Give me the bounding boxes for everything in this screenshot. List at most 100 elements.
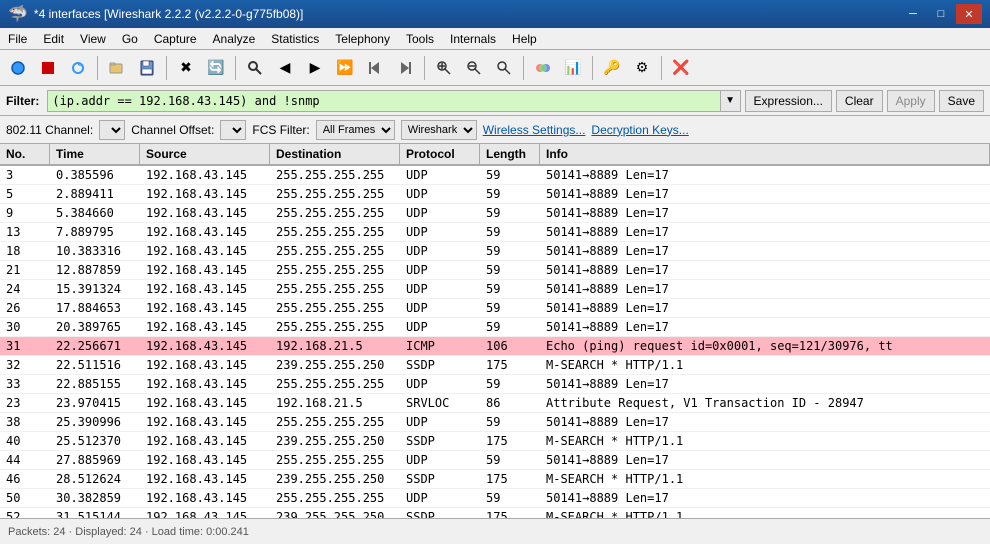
- col-destination[interactable]: Destination: [270, 144, 400, 164]
- fcs-label: FCS Filter:: [252, 123, 309, 137]
- sep1: [97, 56, 98, 80]
- graph-btn[interactable]: 📊: [559, 54, 587, 82]
- filter-dropdown-arrow[interactable]: ▼: [721, 90, 741, 112]
- channel-label: 802.11 Channel:: [6, 123, 93, 137]
- filter-input[interactable]: [47, 90, 720, 112]
- start-capture-btn[interactable]: [4, 54, 32, 82]
- table-row[interactable]: 1810.383316192.168.43.145255.255.255.255…: [0, 242, 990, 261]
- sep4: [424, 56, 425, 80]
- close-button[interactable]: ✕: [956, 4, 982, 24]
- reload-btn[interactable]: 🔄: [202, 54, 230, 82]
- menu-capture[interactable]: Capture: [146, 28, 205, 49]
- col-info[interactable]: Info: [540, 144, 990, 164]
- table-row[interactable]: 2415.391324192.168.43.145255.255.255.255…: [0, 280, 990, 299]
- packet-list: No. Time Source Destination Protocol Len…: [0, 144, 990, 518]
- wireshark-select[interactable]: Wireshark: [401, 120, 477, 140]
- minimize-button[interactable]: ─: [900, 4, 926, 24]
- sep2: [166, 56, 167, 80]
- statusbar: Packets: 24 · Displayed: 24 · Load time:…: [0, 518, 990, 544]
- menu-view[interactable]: View: [72, 28, 114, 49]
- zoom-out-btn[interactable]: [460, 54, 488, 82]
- menubar: File Edit View Go Capture Analyze Statis…: [0, 28, 990, 50]
- titlebar: 🦈 *4 interfaces [Wireshark 2.2.2 (v2.2.2…: [0, 0, 990, 28]
- find-btn[interactable]: [241, 54, 269, 82]
- col-source[interactable]: Source: [140, 144, 270, 164]
- open-btn[interactable]: [103, 54, 131, 82]
- menu-file[interactable]: File: [0, 28, 35, 49]
- go-back-btn[interactable]: ◀: [271, 54, 299, 82]
- table-row[interactable]: 137.889795192.168.43.145255.255.255.255U…: [0, 223, 990, 242]
- col-time[interactable]: Time: [50, 144, 140, 164]
- clear-button[interactable]: Clear: [836, 90, 883, 112]
- packet-header: No. Time Source Destination Protocol Len…: [0, 144, 990, 166]
- table-row[interactable]: 3322.885155192.168.43.145255.255.255.255…: [0, 375, 990, 394]
- packet-body[interactable]: 30.385596192.168.43.145255.255.255.255UD…: [0, 166, 990, 518]
- decryption-keys-link[interactable]: Decryption Keys...: [591, 123, 688, 137]
- table-row[interactable]: 52.889411192.168.43.145255.255.255.255UD…: [0, 185, 990, 204]
- table-row[interactable]: 2112.887859192.168.43.145255.255.255.255…: [0, 261, 990, 280]
- close-file-btn[interactable]: ✖: [172, 54, 200, 82]
- colorize-btn[interactable]: [529, 54, 557, 82]
- table-row[interactable]: 2323.970415192.168.43.145192.168.21.5SRV…: [0, 394, 990, 413]
- maximize-button[interactable]: □: [928, 4, 954, 24]
- window-title: *4 interfaces [Wireshark 2.2.2 (v2.2.2-0…: [34, 7, 303, 21]
- menu-telephony[interactable]: Telephony: [327, 28, 398, 49]
- wireless-settings-link[interactable]: Wireless Settings...: [483, 123, 586, 137]
- menu-statistics[interactable]: Statistics: [263, 28, 327, 49]
- table-row[interactable]: 4025.512370192.168.43.145239.255.255.250…: [0, 432, 990, 451]
- quit-btn[interactable]: ❌: [667, 54, 695, 82]
- save-filter-button[interactable]: Save: [939, 90, 984, 112]
- sep6: [592, 56, 593, 80]
- menu-tools[interactable]: Tools: [398, 28, 442, 49]
- menu-analyze[interactable]: Analyze: [205, 28, 264, 49]
- table-row[interactable]: 4427.885969192.168.43.145255.255.255.255…: [0, 451, 990, 470]
- goto-btn[interactable]: ⏩: [331, 54, 359, 82]
- table-row[interactable]: 3222.511516192.168.43.145239.255.255.250…: [0, 356, 990, 375]
- last-btn[interactable]: [391, 54, 419, 82]
- key-btn[interactable]: 🔑: [598, 54, 626, 82]
- go-fwd-btn[interactable]: ▶: [301, 54, 329, 82]
- toolbar: ✖ 🔄 ◀ ▶ ⏩: [0, 50, 990, 86]
- restart-capture-btn[interactable]: [64, 54, 92, 82]
- filter-label: Filter:: [6, 94, 39, 108]
- channel-offset-label: Channel Offset:: [131, 123, 214, 137]
- table-row[interactable]: 4628.512624192.168.43.145239.255.255.250…: [0, 470, 990, 489]
- sep7: [661, 56, 662, 80]
- apply-button[interactable]: Apply: [887, 90, 935, 112]
- app-window: 🦈 *4 interfaces [Wireshark 2.2.2 (v2.2.2…: [0, 0, 990, 544]
- dot11-bar: 802.11 Channel: Channel Offset: FCS Filt…: [0, 116, 990, 144]
- channel-select[interactable]: [99, 120, 125, 140]
- table-row[interactable]: 5030.382859192.168.43.145255.255.255.255…: [0, 489, 990, 508]
- stop-capture-btn[interactable]: [34, 54, 62, 82]
- sep3: [235, 56, 236, 80]
- titlebar-controls: ─ □ ✕: [900, 4, 982, 24]
- menu-internals[interactable]: Internals: [442, 28, 504, 49]
- table-row[interactable]: 5231.515144192.168.43.145239.255.255.250…: [0, 508, 990, 518]
- table-row[interactable]: 3825.390996192.168.43.145255.255.255.255…: [0, 413, 990, 432]
- titlebar-left: 🦈 *4 interfaces [Wireshark 2.2.2 (v2.2.2…: [8, 4, 303, 24]
- sep5: [523, 56, 524, 80]
- filter-input-wrap: ▼: [47, 90, 740, 112]
- fcs-select[interactable]: All Frames: [316, 120, 395, 140]
- table-row[interactable]: 95.384660192.168.43.145255.255.255.255UD…: [0, 204, 990, 223]
- menu-go[interactable]: Go: [114, 28, 146, 49]
- status-text: Packets: 24 · Displayed: 24 · Load time:…: [8, 526, 249, 538]
- filterbar: Filter: ▼ Expression... Clear Apply Save: [0, 86, 990, 116]
- table-row[interactable]: 3122.256671192.168.43.145192.168.21.5ICM…: [0, 337, 990, 356]
- zoom-in-btn[interactable]: [430, 54, 458, 82]
- table-row[interactable]: 2617.884653192.168.43.145255.255.255.255…: [0, 299, 990, 318]
- channel-offset-select[interactable]: [220, 120, 246, 140]
- expression-button[interactable]: Expression...: [745, 90, 832, 112]
- app-icon: 🦈: [8, 4, 28, 24]
- table-row[interactable]: 3020.389765192.168.43.145255.255.255.255…: [0, 318, 990, 337]
- col-length[interactable]: Length: [480, 144, 540, 164]
- table-row[interactable]: 30.385596192.168.43.145255.255.255.255UD…: [0, 166, 990, 185]
- first-btn[interactable]: [361, 54, 389, 82]
- menu-help[interactable]: Help: [504, 28, 545, 49]
- prefs-btn[interactable]: ⚙: [628, 54, 656, 82]
- menu-edit[interactable]: Edit: [35, 28, 72, 49]
- zoom-normal-btn[interactable]: [490, 54, 518, 82]
- col-no[interactable]: No.: [0, 144, 50, 164]
- save-btn[interactable]: [133, 54, 161, 82]
- col-protocol[interactable]: Protocol: [400, 144, 480, 164]
